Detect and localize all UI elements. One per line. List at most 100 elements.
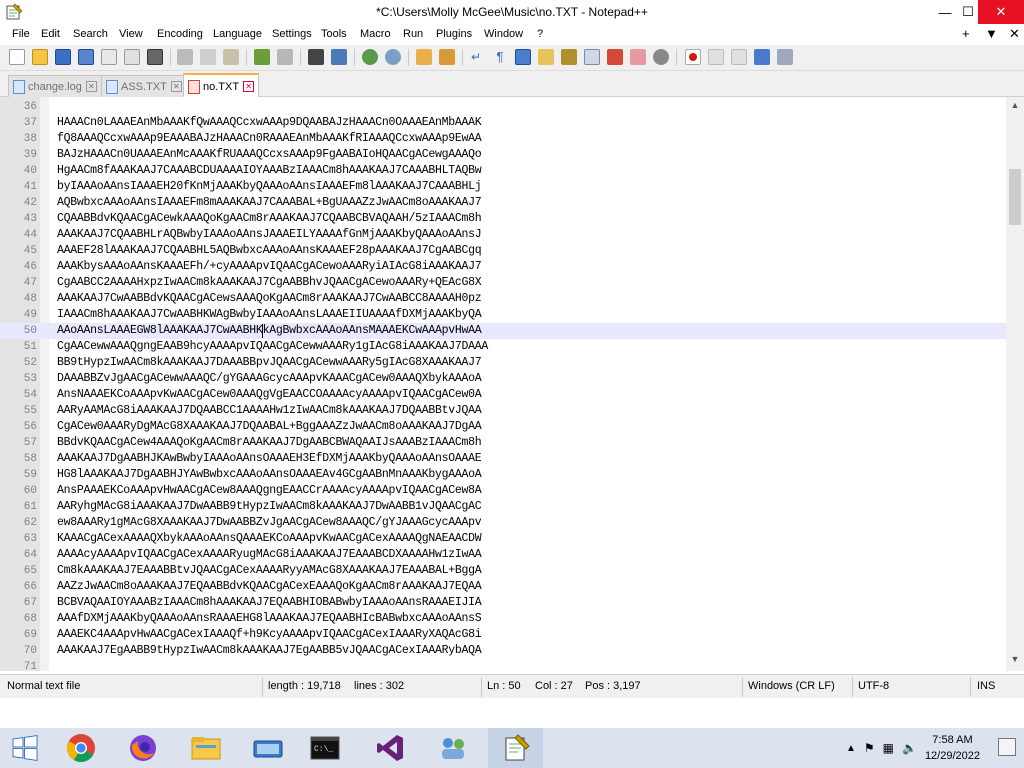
- editor-line[interactable]: 42 AQBwbxcAAAoAAnsIAAAEFm8mAAAKAAJ7CAAABA…: [0, 195, 1006, 211]
- line-text[interactable]: BBdvKQAACgACew4AAAQoKgAACm8rAAAKAAJ7DgAA…: [57, 436, 482, 449]
- menu-tools[interactable]: Tools: [321, 28, 347, 40]
- save-macro-icon[interactable]: [777, 49, 793, 65]
- editor-line[interactable]: 61 AARyhgMAcG8iAAAKAAJ7DwAABB9tHypzIwAACm…: [0, 499, 1006, 515]
- menu-macro[interactable]: Macro: [360, 28, 391, 40]
- line-text[interactable]: AARyhgMAcG8iAAAKAAJ7DwAABB9tHypzIwAACm8k…: [57, 500, 482, 513]
- cut-icon[interactable]: [177, 49, 193, 65]
- sync-horizontal-icon[interactable]: [439, 49, 455, 65]
- line-text[interactable]: AAAKAAJ7CQAABHLrAQBwbyIAAAoAAnsJAAAEILYA…: [57, 228, 482, 241]
- play-macro-icon[interactable]: [731, 49, 747, 65]
- editor-line[interactable]: 55 AARyAAMAcG8iAAAKAAJ7DQAABCC1AAAAHw1zIw…: [0, 403, 1006, 419]
- show-all-chars-icon[interactable]: ¶: [492, 49, 508, 65]
- editor-line[interactable]: 69 AAAEKC4AAApvHwAACgACexIAAAQf+h9KcyAAAA…: [0, 627, 1006, 643]
- menu-file[interactable]: File: [12, 28, 30, 40]
- line-text[interactable]: BCBVAQAAIOYAAABzIAAACm8hAAAKAAJ7EQAABHIO…: [57, 596, 482, 609]
- editor-line[interactable]: 65 Cm8kAAAKAAJ7EAAABBtvJQAACgACexAAAARyyA…: [0, 563, 1006, 579]
- line-text[interactable]: byIAAAoAAnsIAAAEH20fKnMjAAAKbyQAAAoAAnsI…: [57, 180, 482, 193]
- new-tab-button[interactable]: +: [962, 26, 970, 41]
- tray-expand-icon[interactable]: ▲: [846, 743, 856, 754]
- close-icon[interactable]: [101, 49, 117, 65]
- editor-line[interactable]: 44 AAAKAAJ7CQAABHLrAQBwbyIAAAoAAnsJAAAEIL…: [0, 227, 1006, 243]
- line-text[interactable]: AnsPAAAEKCoAAApvHwAACgACew8AAAQgngEAACCr…: [57, 484, 482, 497]
- line-text[interactable]: DAAABBZvJgAACgACewwAAAQC/gYGAAAGcycAAApv…: [57, 372, 482, 385]
- menu-help[interactable]: ?: [537, 28, 543, 40]
- line-text[interactable]: CgACew0AAARyDgMAcG8XAAAKAAJ7DQAABAL+BggA…: [57, 420, 482, 433]
- editor-line[interactable]: 57 BBdvKQAACgACew4AAAQoKgAACm8rAAAKAAJ7Dg…: [0, 435, 1006, 451]
- line-text[interactable]: AARyAAMAcG8iAAAKAAJ7DQAABCC1AAAAHw1zIwAA…: [57, 404, 482, 417]
- line-text[interactable]: AnsNAAAEKCoAAApvKwAACgACew0AAAQgVgEAACCO…: [57, 388, 482, 401]
- firefox-icon[interactable]: [115, 728, 170, 768]
- menu-encoding[interactable]: Encoding: [157, 28, 203, 40]
- menu-view[interactable]: View: [119, 28, 143, 40]
- keyboard-app-icon[interactable]: [240, 728, 295, 768]
- editor-line[interactable]: 66 AAZzJwAACm8oAAAKAAJ7EQAABBdvKQAACgACex…: [0, 579, 1006, 595]
- terminal-icon[interactable]: C:\_: [297, 728, 352, 768]
- line-text[interactable]: ew8AAARy1gMAcG8XAAAKAAJ7DwAABBZvJgAACgAC…: [57, 516, 482, 529]
- line-text[interactable]: AQBwbxcAAAoAAnsIAAAEFm8mAAAKAAJ7CAAABAL+…: [57, 196, 482, 209]
- editor-line[interactable]: 51 CgAACewwAAAQgngEAAB9hcyAAAApvIQAACgACe…: [0, 339, 1006, 355]
- editor-line[interactable]: 49 IAAACm8hAAAKAAJ7CwAABHKWAgBwbyIAAAoAAn…: [0, 307, 1006, 323]
- scroll-down-icon[interactable]: ▼: [1006, 654, 1024, 670]
- editor-line[interactable]: 67 BCBVAQAAIOYAAABzIAAACm8hAAAKAAJ7EQAABH…: [0, 595, 1006, 611]
- editor-line[interactable]: 59 HG8lAAAKAAJ7DgAABHJYAwBwbxcAAAoAAnsOAA…: [0, 467, 1006, 483]
- save-icon[interactable]: [55, 49, 71, 65]
- status-encoding[interactable]: UTF-8: [858, 680, 889, 692]
- text-editor[interactable]: 36 37 HAAACn0LAAAEAnMbAAAKfQwAAAQCcxwAAAp9…: [0, 97, 1006, 671]
- monitoring-icon[interactable]: [630, 49, 646, 65]
- find-icon[interactable]: [308, 49, 324, 65]
- taskbar-clock[interactable]: 7:58 AM 12/29/2022: [925, 732, 980, 764]
- indent-guide-icon[interactable]: [515, 49, 531, 65]
- tab-change-log[interactable]: change.log ✕: [8, 75, 102, 97]
- visual-studio-icon[interactable]: [362, 728, 417, 768]
- line-text[interactable]: AAAfDXMjAAAKbyQAAAoAAnsRAAAEHG8lAAAKAAJ7…: [57, 612, 482, 625]
- tab-close-icon[interactable]: ✕: [170, 81, 182, 92]
- tab-close-icon[interactable]: ✕: [85, 81, 97, 92]
- scroll-up-icon[interactable]: ▲: [1006, 100, 1024, 116]
- editor-line[interactable]: 52 BB9tHypzIwAACm8kAAAKAAJ7DAAABBpvJQAACg…: [0, 355, 1006, 371]
- redo-icon[interactable]: [277, 49, 293, 65]
- editor-line[interactable]: 70 AAAKAAJ7EgAABB9tHypzIwAACm8kAAAKAAJ7Eg…: [0, 643, 1006, 659]
- new-file-icon[interactable]: [9, 49, 25, 65]
- line-text[interactable]: KAAACgACexAAAAQXbykAAAoAAnsQAAAEKCoAAApv…: [57, 532, 482, 545]
- editor-line[interactable]: 43 CQAABBdvKQAACgACewkAAAQoKgAACm8rAAAKAA…: [0, 211, 1006, 227]
- menu-window[interactable]: Window: [484, 28, 523, 40]
- editor-line[interactable]: 40 HgAACm8fAAAKAAJ7CAAABCDUAAAAIOYAAABzIA…: [0, 163, 1006, 179]
- zoom-in-icon[interactable]: [362, 49, 378, 65]
- status-insert-mode[interactable]: INS: [977, 680, 995, 692]
- editor-line[interactable]: 38 fQ8AAAQCcxwAAAp9EAAABAJzHAAACn0RAAAEAn…: [0, 131, 1006, 147]
- line-text[interactable]: AAAAcyAAAApvIQAACgACexAAAARyugMAcG8iAAAK…: [57, 548, 482, 561]
- flag-icon[interactable]: ⚑: [864, 741, 875, 755]
- run-macro-multiple-icon[interactable]: [754, 49, 770, 65]
- line-text[interactable]: Cm8kAAAKAAJ7EAAABBtvJQAACgACexAAAARyyAMA…: [57, 564, 482, 577]
- line-text[interactable]: AAZzJwAACm8oAAAKAAJ7EQAABBdvKQAACgACexEA…: [57, 580, 482, 593]
- record-macro-icon[interactable]: [685, 49, 701, 65]
- line-text[interactable]: BB9tHypzIwAACm8kAAAKAAJ7DAAABBpvJQAACgAC…: [57, 356, 482, 369]
- line-text[interactable]: BAJzHAAACn0UAAAEAnMcAAAKfRUAAAQCcxsAAAp9…: [57, 148, 482, 161]
- network-icon[interactable]: ▦: [883, 741, 894, 755]
- editor-line[interactable]: 46 AAAKbysAAAoAAnsKAAAEFh/+cyAAAApvIQAACg…: [0, 259, 1006, 275]
- copy-icon[interactable]: [200, 49, 216, 65]
- notepad-plus-plus-icon[interactable]: [488, 728, 543, 768]
- vertical-scrollbar[interactable]: ▲ ▼: [1006, 97, 1024, 671]
- menu-language[interactable]: Language: [213, 28, 262, 40]
- editor-line[interactable]: 45 AAAEF28lAAAKAAJ7CQAABHL5AQBwbxcAAAoAAn…: [0, 243, 1006, 259]
- line-text[interactable]: AAAKbysAAAoAAnsKAAAEFh/+cyAAAApvIQAACgAC…: [57, 260, 482, 273]
- close-document-button[interactable]: ✕: [1009, 26, 1020, 42]
- line-text[interactable]: CgAABCC2AAAAHxpzIwAACm8kAAAKAAJ7CgAABBhv…: [57, 276, 482, 289]
- start-icon[interactable]: [0, 728, 50, 768]
- volume-icon[interactable]: 🔈: [902, 741, 917, 755]
- line-text[interactable]: AAAKAAJ7DgAABHJKAwBwbyIAAAoAAnsOAAAEH3Ef…: [57, 452, 482, 465]
- line-text[interactable]: HG8lAAAKAAJ7DgAABHJYAwBwbxcAAAoAAnsOAAAE…: [57, 468, 482, 481]
- line-text[interactable]: fQ8AAAQCcxwAAAp9EAAABAJzHAAACn0RAAAEAnMb…: [57, 132, 482, 145]
- tab-list-button[interactable]: ▼: [985, 26, 998, 41]
- zoom-out-icon[interactable]: [385, 49, 401, 65]
- line-text[interactable]: AAAEKC4AAApvHwAACgACexIAAAQf+h9KcyAAAApv…: [57, 628, 482, 641]
- chrome-icon[interactable]: [53, 728, 108, 768]
- line-text[interactable]: CgAACewwAAAQgngEAAB9hcyAAAApvIQAACgACeww…: [57, 340, 488, 353]
- editor-line[interactable]: 60 AnsPAAAEKCoAAApvHwAACgACew8AAAQgngEAAC…: [0, 483, 1006, 499]
- line-text[interactable]: AAAKAAJ7EgAABB9tHypzIwAACm8kAAAKAAJ7EgAA…: [57, 644, 482, 657]
- line-text[interactable]: AAoAAnsLAAAEGW8lAAAKAAJ7CwAABHKkAgBwbxcA…: [57, 324, 482, 337]
- editor-line[interactable]: 71: [0, 659, 1006, 671]
- doc-list-icon[interactable]: [653, 49, 669, 65]
- define-language-icon[interactable]: [538, 49, 554, 65]
